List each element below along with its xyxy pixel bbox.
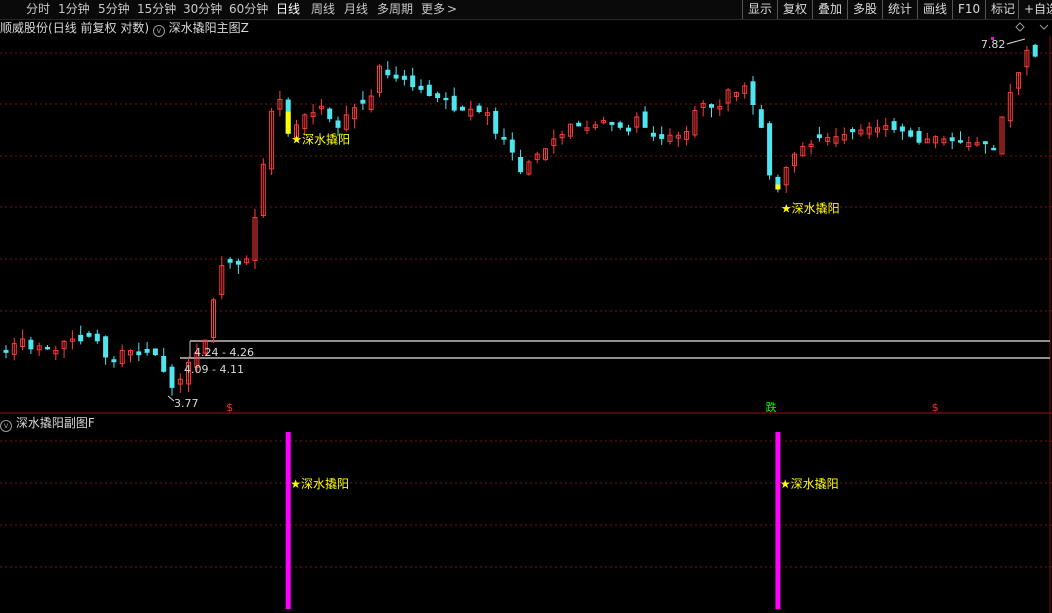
candle-body [576, 122, 582, 127]
candle-body [991, 147, 997, 151]
event-marker: 跌 [766, 400, 777, 414]
candle-body [152, 348, 158, 356]
candle-body [626, 127, 631, 132]
candle-body [451, 95, 457, 111]
candle-body [460, 106, 465, 111]
low-price-label: 3.77 [174, 397, 199, 410]
candle-body [86, 332, 92, 337]
candle-body [78, 334, 84, 342]
sub-signal-label: ★深水撬阳 [780, 477, 839, 491]
candle-body [235, 260, 241, 265]
candle-body [750, 81, 756, 105]
sub-signal-bar [285, 432, 291, 609]
candle-body [891, 121, 897, 131]
candle-body [144, 348, 150, 353]
candle-body [659, 134, 665, 139]
main-signal-label: ★深水撬阳 [291, 133, 350, 147]
candle-body [169, 366, 175, 388]
sub-signal-label: ★深水撬阳 [290, 477, 349, 491]
candle-body [767, 123, 773, 176]
candle-body [899, 126, 905, 132]
candle-body [617, 122, 623, 128]
candle-body [1032, 44, 1038, 57]
candle-body [509, 139, 515, 153]
candle-body [360, 99, 366, 104]
candle-body [103, 336, 109, 358]
candle-body [501, 136, 507, 140]
candle-body [850, 129, 856, 133]
candle-body [3, 349, 9, 353]
sub-signal-bar [775, 432, 781, 609]
candle-body [958, 140, 963, 143]
candle-body [28, 339, 34, 350]
candle-body [426, 84, 432, 97]
candle-body [609, 121, 615, 125]
event-marker: $ [226, 401, 233, 414]
kline-chart[interactable]: 7.823.774.24 - 4.264.09 - 4.11★深水撬阳★深水撬阳… [0, 0, 1052, 613]
candle-body [949, 137, 955, 142]
main-signal-label: ★深水撬阳 [781, 202, 840, 216]
candle-body [335, 120, 341, 128]
candle-body [161, 356, 167, 372]
high-arrow [1006, 38, 1026, 45]
candle-body [476, 105, 482, 113]
candle-body [642, 111, 648, 128]
candle-body [435, 93, 441, 99]
candle-body [493, 110, 499, 134]
high-dot [991, 37, 994, 40]
candle-body [709, 104, 714, 108]
signal-bar [775, 184, 781, 190]
candle-body [443, 97, 449, 101]
candle-body [401, 75, 407, 80]
candle-body [650, 132, 656, 137]
candle-body [908, 130, 914, 137]
range-lower-label: 4.09 - 4.11 [184, 363, 244, 376]
candle-body [45, 346, 50, 350]
candle-body [327, 108, 333, 120]
candle-body [136, 351, 142, 356]
candle-body [816, 134, 822, 139]
candle-body [385, 69, 391, 76]
event-marker: $ [932, 401, 939, 414]
candle-body [410, 75, 416, 88]
chevron-down-icon [1039, 24, 1049, 30]
signal-bar [285, 111, 291, 134]
candle-body [111, 359, 117, 363]
range-upper-label: 4.24 - 4.26 [194, 346, 254, 359]
candle-body [758, 109, 764, 128]
candle-body [393, 74, 399, 79]
candle-body [518, 157, 524, 173]
candle-body [418, 85, 424, 90]
candle-body [227, 258, 233, 263]
candle-body [982, 141, 988, 145]
candle-body [916, 130, 922, 143]
candle-body [94, 333, 100, 342]
diamond-icon [1015, 22, 1025, 32]
